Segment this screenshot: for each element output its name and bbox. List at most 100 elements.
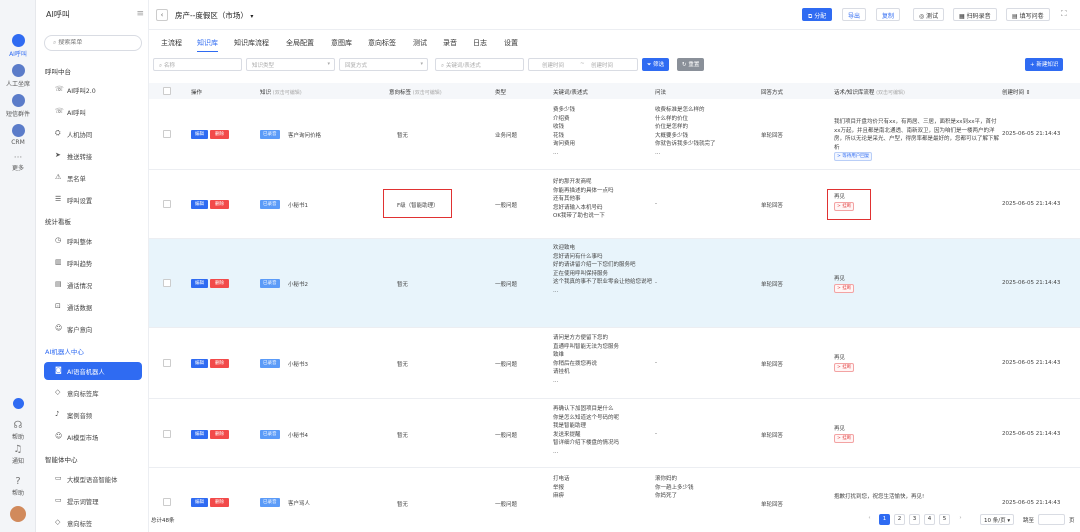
assign-button[interactable]: ⧉ 分配: [802, 8, 833, 21]
row-checkbox[interactable]: [163, 498, 171, 506]
sidebar-item-voice-robot[interactable]: ◙ AI语音机器人: [44, 362, 142, 380]
edit-button[interactable]: 编辑: [191, 359, 208, 368]
rail-item-more[interactable]: ··· 更多: [0, 154, 36, 173]
sidebar-item-customer-intent[interactable]: ☺ 客户意向: [44, 320, 142, 338]
page-5[interactable]: 5: [939, 514, 950, 525]
next-page-button[interactable]: ›: [955, 514, 966, 525]
sidebar-item-call-overall[interactable]: ◷ 呼叫整体: [44, 232, 142, 250]
tab-recording[interactable]: 录音: [443, 38, 457, 51]
edit-button[interactable]: 编辑: [191, 430, 208, 439]
script-text[interactable]: 再见 > 挂断: [834, 193, 855, 211]
sidebar-item-ai-call[interactable]: ☏ AI呼叫: [44, 103, 142, 121]
edit-button[interactable]: 编辑: [191, 130, 208, 139]
page-3[interactable]: 3: [909, 514, 920, 525]
created-date-range[interactable]: 创建时间 ~ 创建时间: [528, 58, 638, 71]
delete-button[interactable]: 删除: [210, 430, 229, 439]
export-button[interactable]: 导出: [842, 8, 867, 21]
knowledge-name[interactable]: 客户骂人: [288, 499, 310, 507]
select-all-checkbox[interactable]: [163, 87, 171, 95]
table-row[interactable]: 编辑 删除 已录音 客户询问价格 暂无 业务问题 费多少钱 介绍费 收钱 花钱 询问费用…: [149, 99, 1080, 170]
sidebar-item-ai-call-2[interactable]: ☏ AI呼叫2.0: [44, 81, 142, 99]
delete-button[interactable]: 删除: [210, 200, 229, 209]
fill-survey-button[interactable]: ▤ 填写问卷: [1006, 8, 1050, 21]
tab-main-flow[interactable]: 主流程: [161, 38, 182, 51]
test-button[interactable]: ◎ 测试: [913, 8, 945, 21]
tab-knowledge-base[interactable]: 知识库: [197, 38, 218, 52]
table-row[interactable]: 编辑 删除 已录音 客户骂人 暂无 一般问题 打电话 举报 麻痹 滚你妈的 你一趟上多…: [149, 468, 1080, 509]
page-1[interactable]: 1: [879, 514, 890, 525]
wait-reply-link[interactable]: > 等待用户回复: [834, 152, 873, 161]
prev-page-button[interactable]: ‹: [864, 514, 875, 525]
knowledge-name[interactable]: 小秘书3: [288, 360, 308, 368]
tab-logs[interactable]: 日志: [473, 38, 487, 51]
script-text[interactable]: 再见 > 挂断: [834, 425, 855, 443]
script-text[interactable]: 抱歉打扰到您，祝您生活愉快，再见!: [834, 492, 924, 500]
table-row[interactable]: 编辑 删除 已录音 小秘书1 F级（智能助理） 一般问题 好的那开发商呢 你能再描…: [149, 170, 1080, 239]
row-checkbox[interactable]: [163, 359, 171, 367]
rail-bottom-notify[interactable]: ♫ 通知: [0, 444, 36, 465]
sidebar-item-call-trend[interactable]: ▥ 呼叫趋势: [44, 254, 142, 272]
script-text[interactable]: 再见 > 挂断: [834, 354, 855, 372]
keyword-filter-input[interactable]: ⌕ 关键词/表述式: [435, 58, 524, 71]
script-text[interactable]: 我们项目开盘均价只有xx，有两居、三居，面积是xx到xx平，首付xx万起，并且都…: [834, 118, 999, 161]
table-row[interactable]: 编辑 删除 已录音 小秘书2 暂无 一般问题 欢迎致电 您好请问有什么事吗 好的请讲…: [149, 239, 1080, 328]
sidebar-item-intent-library[interactable]: ◇ 意向标签库: [44, 384, 142, 402]
delete-button[interactable]: 删除: [210, 359, 229, 368]
intent-tag[interactable]: 暂无: [397, 431, 408, 439]
edit-button[interactable]: 编辑: [191, 200, 208, 209]
hangup-link[interactable]: > 挂断: [834, 283, 855, 293]
delete-button[interactable]: 删除: [210, 279, 229, 288]
tab-settings[interactable]: 设置: [504, 38, 518, 51]
page-title[interactable]: 房产--度假区（市场） ▾: [175, 10, 253, 21]
intent-tag[interactable]: 暂无: [397, 360, 408, 368]
new-knowledge-button[interactable]: + 新建知识: [1025, 58, 1064, 71]
page-2[interactable]: 2: [894, 514, 905, 525]
sidebar-search[interactable]: ⌕: [44, 35, 142, 51]
rail-bottom-help[interactable]: ☊ 帮助: [0, 420, 36, 441]
rail-item-agent[interactable]: 人工坐席: [0, 64, 36, 88]
knowledge-name[interactable]: 小秘书2: [288, 280, 308, 288]
tab-test[interactable]: 测试: [413, 38, 427, 51]
knowledge-name[interactable]: 小秘书1: [288, 201, 308, 209]
jump-page-input[interactable]: [1038, 514, 1065, 525]
table-row[interactable]: 编辑 删除 已录音 小秘书3 暂无 一般问题 请问是方方便留下您的 直通呼叫智能无…: [149, 328, 1080, 399]
intent-tag[interactable]: 暂无: [397, 500, 408, 508]
collapse-menu-icon[interactable]: ≡: [136, 9, 144, 19]
sidebar-item-model-market[interactable]: ☺ AI模型市场: [44, 428, 142, 446]
knowledge-name[interactable]: 小秘书4: [288, 431, 308, 439]
tab-knowledge-flow[interactable]: 知识库流程: [234, 38, 269, 51]
rail-item-crm[interactable]: CRM: [0, 124, 36, 146]
row-checkbox[interactable]: [163, 130, 171, 138]
script-text[interactable]: 再见 > 挂断: [834, 275, 855, 293]
sidebar-item-call-data[interactable]: ⊡ 通话数据: [44, 298, 142, 316]
tab-intent-library[interactable]: 意图库: [331, 38, 352, 51]
sidebar-search-input[interactable]: [58, 39, 129, 46]
page-size-select[interactable]: 10 条/页 ▾: [980, 514, 1015, 525]
avatar[interactable]: [10, 506, 26, 522]
sidebar-item-collab[interactable]: ⛭ 人机协同: [44, 125, 142, 143]
sidebar-item-call-status[interactable]: ▤ 通话情况: [44, 276, 142, 294]
rail-bottom-blue[interactable]: [0, 398, 36, 409]
intent-tag[interactable]: 暂无: [397, 131, 408, 139]
table-row[interactable]: 编辑 删除 已录音 小秘书4 暂无 一般问题 再确认下加固项目是什么 你是怎么知道…: [149, 399, 1080, 468]
sidebar-item-blacklist[interactable]: ⚠ 黑名单: [44, 169, 142, 187]
intent-tag[interactable]: 暂无: [397, 280, 408, 288]
sidebar-item-intent-tag[interactable]: ◇ 意向标签: [44, 514, 142, 532]
sidebar-item-call-settings[interactable]: ☰ 呼叫设置: [44, 191, 142, 209]
rail-bottom-help2[interactable]: ? 帮助: [0, 476, 36, 497]
copy-button[interactable]: 复制: [876, 8, 901, 21]
sort-icon[interactable]: ⇕: [1026, 90, 1031, 96]
row-checkbox[interactable]: [163, 430, 171, 438]
rail-item-sms[interactable]: 短信群件: [0, 94, 36, 118]
hangup-link[interactable]: > 挂断: [834, 433, 855, 443]
tab-intent-tags[interactable]: 意向标签: [368, 38, 396, 51]
page-4[interactable]: 4: [924, 514, 935, 525]
hangup-link[interactable]: > 挂断: [834, 362, 855, 372]
scan-record-button[interactable]: ▦ 扫码录音: [953, 8, 997, 21]
row-checkbox[interactable]: [163, 279, 171, 287]
back-button[interactable]: ‹: [156, 9, 168, 21]
row-checkbox[interactable]: [163, 200, 171, 208]
intent-tag[interactable]: F级（智能助理）: [397, 201, 439, 209]
sidebar-item-case-audio[interactable]: ♪ 案例音频: [44, 406, 142, 424]
sidebar-item-llm-agent[interactable]: ▭ 大模型语音智能体: [44, 470, 142, 488]
